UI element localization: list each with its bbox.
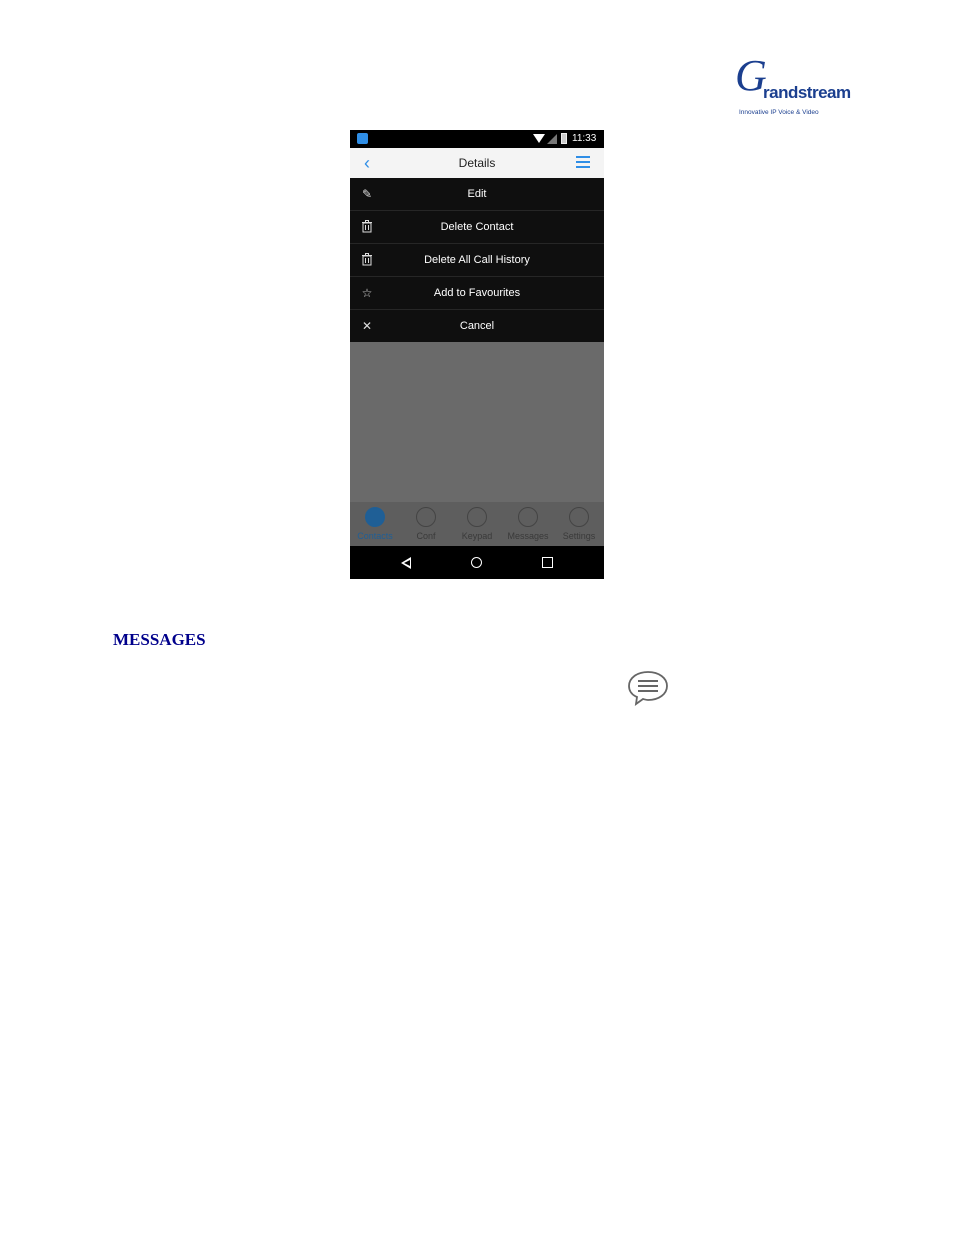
menu-item-label: Add to Favourites [433, 287, 521, 299]
app-notification-icon [357, 133, 368, 144]
logo-g-letter: G [735, 51, 767, 100]
logo-wordmark: randstream [763, 83, 851, 102]
nav-back-icon-inner [403, 559, 410, 566]
tab-label: Messages [507, 531, 549, 541]
menu-item-label: Edit [467, 188, 487, 200]
menu-item-delete-contact[interactable]: Delete Contact [350, 211, 604, 244]
nav-recents-icon[interactable] [542, 557, 553, 568]
person-icon [365, 507, 385, 527]
gear-icon [569, 507, 589, 527]
hamburger-menu-icon[interactable] [576, 156, 590, 168]
android-nav-bar [350, 546, 604, 579]
menu-item-label: Delete Contact [440, 221, 514, 233]
phone-screenshot: 11:33 ‹ Details ✎ Edit Delete Contact De… [350, 130, 604, 579]
menu-item-label: Cancel [459, 320, 495, 332]
keypad-icon [467, 507, 487, 527]
menu-item-delete-call-history[interactable]: Delete All Call History [350, 244, 604, 277]
tab-conf[interactable]: Conf [401, 502, 451, 546]
people-icon [416, 507, 436, 527]
tab-label: Settings [562, 531, 596, 541]
tab-settings[interactable]: Settings [554, 502, 604, 546]
menu-item-add-favourites[interactable]: ☆ Add to Favourites [350, 277, 604, 310]
nav-home-icon[interactable] [471, 557, 482, 568]
wifi-icon [533, 134, 545, 143]
header-bar: ‹ Details [350, 148, 604, 179]
page-title: Details [458, 156, 496, 170]
tab-contacts[interactable]: Contacts [350, 502, 400, 546]
menu-item-label: Delete All Call History [424, 254, 530, 266]
status-time: 11:33 [572, 133, 597, 144]
bottom-tab-bar: Contacts Conf Keypad Messages Settings [350, 502, 604, 546]
chat-bubble-icon [518, 507, 538, 527]
tab-keypad[interactable]: Keypad [452, 502, 502, 546]
messages-bubble-icon [628, 671, 668, 706]
battery-icon [561, 133, 567, 144]
options-menu: ✎ Edit Delete Contact Delete All Call Hi… [350, 178, 604, 342]
menu-item-edit[interactable]: ✎ Edit [350, 178, 604, 211]
tab-label: Conf [416, 531, 436, 541]
logo-tagline: Innovative IP Voice & Video [739, 109, 819, 116]
tab-label: Keypad [461, 531, 493, 541]
menu-item-cancel[interactable]: ✕ Cancel [350, 310, 604, 342]
tab-messages[interactable]: Messages [503, 502, 553, 546]
status-bar: 11:33 [350, 130, 604, 148]
section-heading: MESSAGES [113, 630, 206, 649]
signal-icon [547, 134, 557, 144]
grandstream-logo: G randstream Innovative IP Voice & Video [735, 54, 851, 120]
tab-label: Contacts [357, 531, 393, 541]
